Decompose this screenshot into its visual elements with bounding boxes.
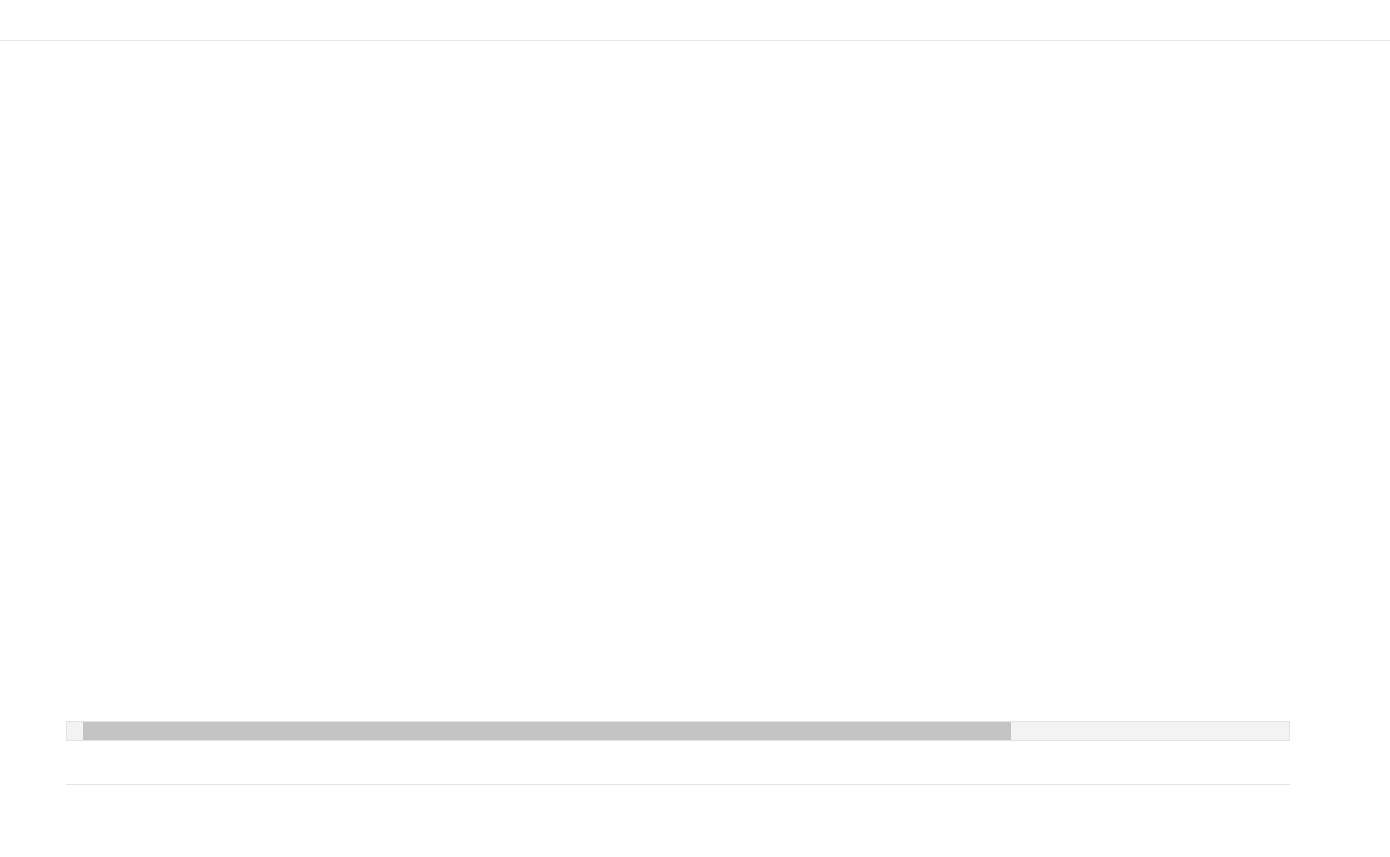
section-divider <box>66 784 1290 785</box>
app-store-preview-page <box>0 0 1390 857</box>
scrollbar-thumb[interactable] <box>83 722 1012 740</box>
scrollbar-track[interactable] <box>83 722 1273 740</box>
top-bar <box>0 0 1390 41</box>
horizontal-scrollbar[interactable] <box>66 721 1290 741</box>
